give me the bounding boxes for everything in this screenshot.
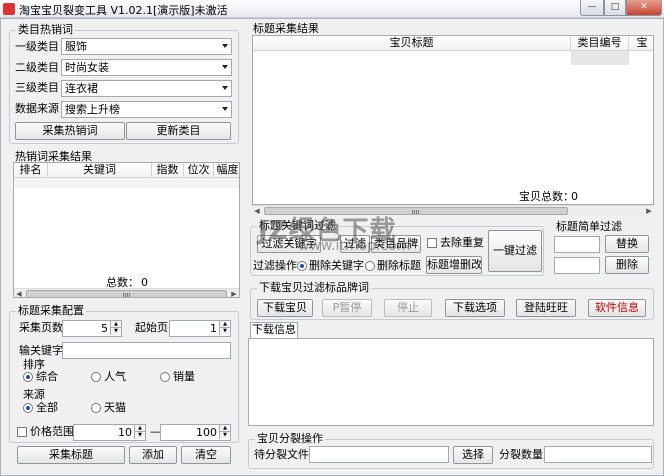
simple-filter-replace-input[interactable] [554, 257, 600, 274]
download-log[interactable] [248, 338, 654, 426]
download-button[interactable]: 下载宝贝 [257, 299, 313, 317]
collect-hotwords-button[interactable]: 采集热销词 [15, 122, 125, 140]
split-group-title: 宝贝分裂操作 [255, 432, 325, 446]
title-edit-button[interactable]: 标题增删改 [426, 256, 482, 274]
one-click-filter-button[interactable]: 一键过滤 [488, 230, 542, 272]
sort-option: 综合 [36, 370, 58, 383]
pages-spinner[interactable]: 5 ▲ ▼ [62, 320, 122, 337]
add-button[interactable]: 添加 [129, 446, 177, 464]
scrollbar-thumb[interactable] [26, 290, 227, 297]
window-title: 淘宝宝贝裂变工具 V1.02.1[演示版]未激活 [19, 4, 228, 17]
scroll-right-icon[interactable]: ▶ [229, 289, 239, 297]
source-radio-1[interactable] [91, 403, 101, 413]
column-header[interactable]: 排名 [14, 163, 48, 178]
keyword-label: 输关键字 [19, 344, 63, 357]
chevron-down-icon [222, 65, 228, 69]
column-header[interactable]: 幅度 [214, 163, 239, 178]
replace-button[interactable]: 替换 [605, 235, 649, 253]
clear-button[interactable]: 清空 [181, 446, 231, 464]
filter-mode-label: 过滤操作 [253, 259, 297, 272]
results-title: 标题采集结果 [253, 22, 319, 35]
hotwords-scrollbar[interactable]: ◀ ▶ [14, 288, 239, 297]
mode-radio-0[interactable] [297, 261, 307, 271]
config-group-title: 标题采集配置 [16, 304, 86, 318]
sort-radio-0[interactable] [23, 372, 33, 382]
close-button[interactable]: ✕ [626, 0, 662, 16]
split-count-label: 分裂数量 [499, 448, 543, 461]
title-bar: 淘宝宝贝裂变工具 V1.02.1[演示版]未激活 — □ ✕ [0, 0, 664, 18]
minimize-button[interactable]: — [580, 0, 604, 16]
price-range-label: 价格范围 [30, 425, 74, 438]
hotwords-header: 排名 关键词 指数 位次 幅度 [14, 163, 239, 178]
stop-button[interactable]: 停止 [384, 299, 432, 317]
mode-option: 删除关键字 [309, 259, 364, 272]
dedupe-label: 去除重复 [440, 236, 484, 249]
start-page-spinner[interactable]: 1 ▲ ▼ [169, 320, 231, 337]
price-range-checkbox[interactable] [17, 427, 27, 437]
sort-option: 销量 [173, 370, 195, 383]
keyword-input[interactable] [62, 342, 231, 359]
collect-titles-button[interactable]: 采集标题 [17, 446, 125, 464]
column-header[interactable]: 位次 [184, 163, 214, 178]
chevron-down-icon [222, 107, 228, 111]
list-selection-row [14, 178, 239, 188]
app-icon [3, 3, 15, 15]
level1-label: 一级类目 [15, 40, 59, 53]
tab-download-info[interactable]: 下载信息 [250, 322, 298, 338]
download-options-button[interactable]: 下载选项 [445, 299, 505, 317]
level2-label: 二级类目 [15, 61, 59, 74]
delete-button[interactable]: 删除 [605, 256, 649, 274]
download-group-title: 下载宝贝过滤标品牌词 [257, 281, 371, 295]
scroll-left-icon[interactable]: ◀ [14, 289, 24, 297]
sort-option: 人气 [104, 370, 126, 383]
watermark-url: www.itmop.com [298, 238, 411, 254]
split-file-input[interactable] [309, 446, 449, 463]
price-min-spinner[interactable]: 10 ▲ ▼ [73, 424, 146, 441]
level3-select[interactable]: 连衣裙 [61, 80, 232, 97]
chevron-down-icon [222, 86, 228, 90]
results-list[interactable]: 宝贝标题 类目编号 宝 宝贝总数： 0 [252, 35, 654, 205]
simple-filter-title: 标题简单过滤 [556, 220, 622, 233]
pages-label: 采集页数 [19, 321, 63, 334]
split-count-input[interactable] [544, 446, 652, 463]
column-header[interactable]: 宝 [629, 36, 653, 51]
sort-radio-1[interactable] [91, 372, 101, 382]
level3-label: 三级类目 [15, 81, 59, 94]
hotwords-list[interactable]: 排名 关键词 指数 位次 幅度 总数： 0 ◀ ▶ [13, 162, 240, 298]
results-total-value: 0 [571, 190, 578, 203]
mode-radio-1[interactable] [365, 261, 375, 271]
selected-cell [571, 51, 629, 65]
source-option: 天猫 [104, 401, 126, 414]
maximize-button[interactable]: □ [604, 0, 626, 16]
update-category-button[interactable]: 更新类目 [126, 122, 231, 140]
source-filter-label: 来源 [23, 388, 45, 401]
results-header: 宝贝标题 类目编号 宝 [253, 36, 653, 51]
column-header[interactable]: 类目编号 [571, 36, 629, 51]
source-radio-0[interactable] [23, 403, 33, 413]
start-page-label: 起始页 [135, 321, 168, 334]
dedupe-checkbox[interactable] [427, 238, 437, 248]
category-group-title: 类目热销词 [16, 23, 75, 37]
sort-radio-2[interactable] [160, 372, 170, 382]
chevron-down-icon [222, 44, 228, 48]
level2-select[interactable]: 时尚女装 [61, 59, 232, 76]
select-file-button[interactable]: 选择 [453, 446, 493, 464]
pause-button[interactable]: P暂停 [322, 299, 372, 317]
source-option: 全部 [36, 401, 58, 414]
software-info-button[interactable]: 软件信息 [588, 299, 646, 317]
scroll-right-icon[interactable]: ▶ [644, 206, 654, 216]
column-header[interactable]: 指数 [152, 163, 184, 178]
login-wangwang-button[interactable]: 登陆旺旺 [516, 299, 576, 317]
mode-option: 删除标题 [377, 259, 421, 272]
level1-select[interactable]: 服饰 [61, 38, 232, 55]
results-total-label: 宝贝总数： [519, 190, 574, 203]
source-label: 数据来源 [15, 102, 59, 115]
column-header[interactable]: 关键词 [48, 163, 152, 178]
column-header[interactable]: 宝贝标题 [253, 36, 571, 51]
simple-filter-find-input[interactable] [554, 236, 600, 253]
price-max-spinner[interactable]: 100 ▲ ▼ [160, 424, 231, 441]
split-file-label: 待分裂文件 [254, 448, 309, 461]
source-select[interactable]: 搜索上升榜 [61, 101, 232, 118]
